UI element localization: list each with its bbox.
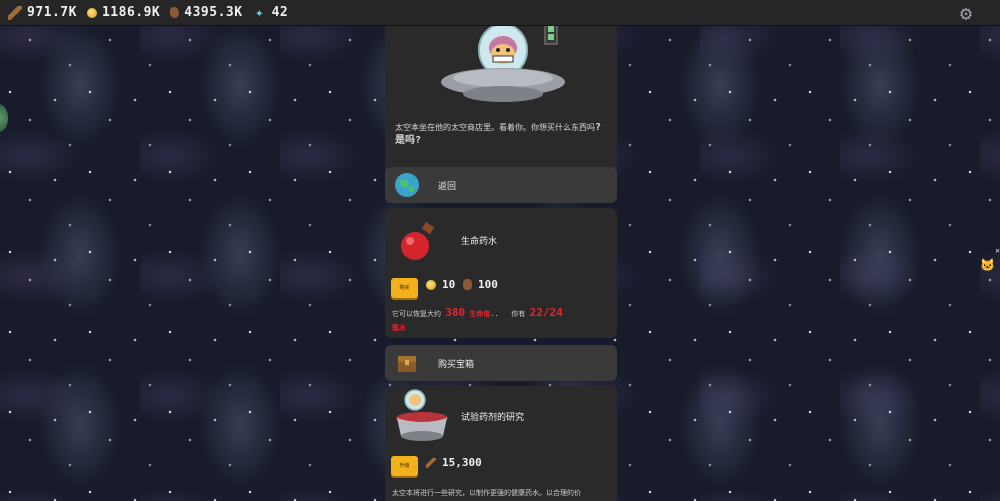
gold-coin-icon	[86, 7, 97, 18]
meat-icon	[170, 7, 180, 18]
shopkeeper-panel: 太空本坐在他的太空商店里。看着你。你想买什么东西吗?是吗?	[385, 20, 617, 188]
close-icon[interactable]: ✕	[995, 246, 1000, 255]
resource-bar: 971.7K 1186.9K 4395.3K ✦ 42 ⚙	[0, 0, 1000, 26]
potion-description: 它可以恢复大约 380 生命值.. 你有 22/24 瓶水	[392, 306, 612, 335]
gear-icon[interactable]: ⚙	[956, 3, 976, 23]
treasure-chest-icon	[398, 356, 416, 372]
research-title: 试验药剂的研究	[461, 413, 525, 423]
upgrade-research-button[interactable]: 升级	[391, 456, 418, 476]
meat-amount: 4395.3K	[184, 5, 243, 20]
globe-icon	[395, 173, 419, 197]
shopkeeper-dialog: 太空本坐在他的太空商店里。看着你。你想买什么东西吗?是吗?	[395, 121, 607, 147]
gold-amount: 1186.9K	[101, 5, 161, 20]
potion-price-gold: 10	[426, 278, 455, 291]
potion-meat-amount: 100	[478, 278, 498, 291]
potion-heal-amount: 380	[445, 306, 466, 319]
github-cat-icon[interactable]: 🐱	[980, 258, 995, 272]
potion-title: 生命药水	[461, 237, 498, 247]
back-button[interactable]: 返回	[385, 167, 617, 203]
dialog-text: 太空本坐在他的太空商店里。看着你。你想买什么东西吗	[395, 123, 595, 132]
research-wood-amount: 15,300	[442, 456, 482, 469]
buy-chest-label: 购买宝箱	[438, 359, 475, 370]
planet-icon[interactable]	[0, 104, 8, 132]
gem-icon: ✦	[255, 4, 265, 21]
gold-resource: 1186.9K	[86, 5, 161, 20]
potion-heal-unit: 生命值	[469, 310, 491, 318]
wood-icon	[8, 5, 22, 20]
gem-amount: 42	[271, 5, 289, 20]
potion-price-meat: 100	[463, 278, 498, 291]
potion-have-count: 22/24	[529, 306, 563, 319]
research-price-wood: 15,300	[426, 456, 482, 469]
gem-resource: ✦ 42	[253, 5, 289, 20]
health-potion-icon	[401, 221, 435, 260]
research-description: 太空本将进行一些研究，以制作更强的健康药水。以合理的价	[392, 489, 581, 497]
wood-icon	[426, 457, 436, 468]
wood-resource: 971.7K	[8, 5, 77, 20]
potion-desc-suffix: 瓶水	[392, 324, 406, 332]
potion-desc-prefix: 它可以恢复大约	[392, 310, 441, 318]
meat-resource: 4395.3K	[170, 5, 242, 20]
health-potion-item: 生命药水 购买 10 100 它可以恢复大约 380 生命值.. 你有 22/2…	[385, 208, 617, 338]
shop-column: 太空本坐在他的太空商店里。看着你。你想买什么东西吗?是吗? 返回 生命药水 购买…	[385, 20, 617, 501]
research-cauldron-icon	[396, 389, 448, 441]
spaceman-shopkeeper-icon	[441, 20, 565, 102]
potion-have-label: 你有	[511, 310, 526, 318]
wood-amount: 971.7K	[27, 5, 77, 20]
buy-chest-button[interactable]: 购买宝箱	[385, 345, 617, 381]
potion-dots: ..	[490, 310, 499, 318]
meat-icon	[463, 279, 472, 290]
gold-coin-icon	[426, 279, 436, 290]
buy-potion-button[interactable]: 购买	[391, 278, 418, 298]
back-label: 返回	[438, 181, 457, 192]
potion-research-item: 试验药剂的研究 升级 15,300 太空本将进行一些研究，以制作更强的健康药水。…	[385, 386, 617, 501]
potion-gold-amount: 10	[442, 278, 456, 291]
